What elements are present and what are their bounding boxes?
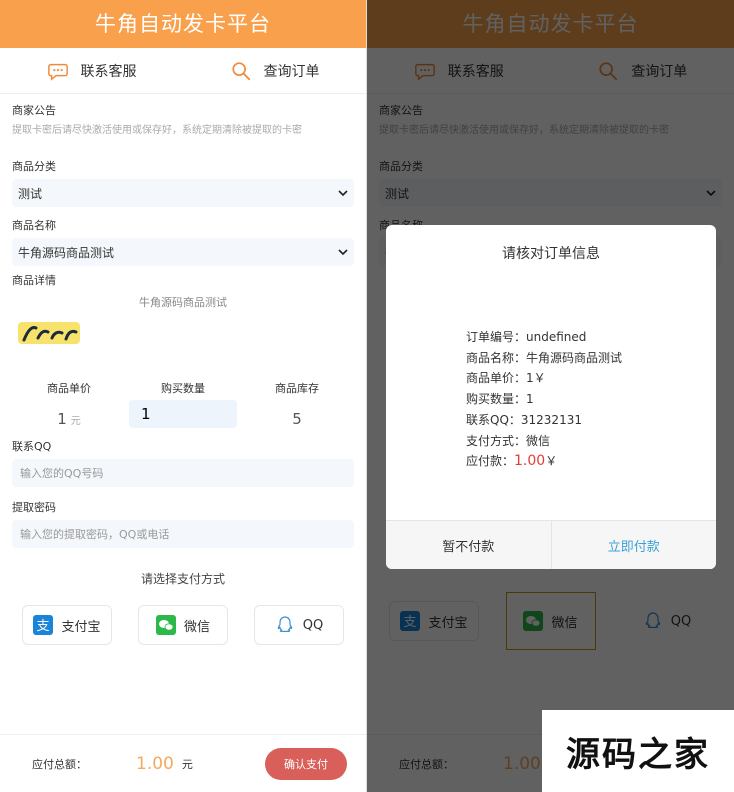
total-label: 应付总额： [32, 757, 87, 771]
price-stat: 商品单价 1元 [12, 380, 126, 428]
wechat-icon [155, 615, 176, 635]
stock-stat: 商品库存 5 [240, 380, 354, 428]
stock-value: 5 [292, 410, 302, 428]
alipay-icon: 支 [33, 615, 54, 635]
dialog-title: 请核对订单信息 [502, 246, 600, 262]
chat-icon [47, 63, 68, 81]
product-label: 商品名称 [12, 219, 56, 232]
order-page-left: 牛角自动发卡平台 联系客服 查询订单 商家公告 提取卡密后请尽快激活使用或保存好… [0, 0, 367, 792]
alipay-button[interactable]: 支 支付宝 [22, 605, 112, 645]
order-info: 订单编号：undefined 商品名称：牛角源码商品测试 商品单价：1￥ 购买数… [466, 327, 622, 472]
payment-method-line: 支付方式：微信 [466, 433, 551, 448]
watermark-logo: 源码之家 [542, 710, 734, 792]
qq-icon [277, 616, 292, 633]
stats-row: 商品单价 1元 购买数量 1 商品库存 5 [12, 380, 354, 428]
qq-label: 联系QQ [12, 440, 52, 453]
query-order-button[interactable]: 查询订单 [183, 48, 366, 93]
price-value: 1 [57, 410, 67, 428]
total-line-unit: ￥ [545, 454, 558, 469]
category-label: 商品分类 [12, 160, 56, 173]
dialog-actions: 暂不付款 立即付款 [386, 520, 716, 569]
footer-bar: 应付总额： 1.00 元 确认支付 [0, 734, 366, 792]
quantity-line: 购买数量：1 [466, 392, 534, 407]
pwd-label: 提取密码 [12, 501, 56, 514]
notice-label: 商家公告 [12, 104, 56, 117]
page-title: 牛角自动发卡平台 [0, 0, 366, 48]
product-value: 牛角源码商品测试 [18, 245, 115, 260]
category-value: 测试 [18, 186, 43, 201]
contact-qq-line: 联系QQ：31232131 [466, 412, 582, 427]
pay-now-button[interactable]: 立即付款 [551, 521, 716, 569]
search-icon [231, 61, 250, 80]
product-name-line: 商品名称：牛角源码商品测试 [466, 350, 623, 365]
product-select[interactable]: 牛角源码商品测试 [12, 238, 354, 266]
payment-methods: 支 支付宝 微信 QQ [12, 605, 354, 645]
stock-label: 商品库存 [275, 382, 319, 395]
confirm-pay-button[interactable]: 确认支付 [265, 747, 347, 780]
price-unit: 元 [70, 416, 81, 427]
pwd-input[interactable]: 输入您的提取密码，QQ或电话 [12, 520, 354, 548]
total-line: 应付款：1.00￥ [466, 451, 622, 472]
qty-label: 购买数量 [161, 382, 205, 395]
qq-pay-button[interactable]: QQ [254, 605, 344, 645]
category-select[interactable]: 测试 [12, 179, 354, 207]
watermark-text: 源码之家 [566, 734, 710, 775]
detail-title: 牛角源码商品测试 [139, 296, 227, 309]
total-unit: 元 [181, 757, 193, 771]
detail-label: 商品详情 [12, 274, 56, 287]
total-amount: 1.00 [136, 753, 174, 774]
unit-price-line: 商品单价：1￥ [466, 371, 546, 386]
contact-service-button[interactable]: 联系客服 [0, 48, 183, 93]
total-line-label: 应付款： [466, 454, 515, 469]
payment-title: 请选择支付方式 [140, 572, 225, 586]
price-label: 商品单价 [47, 382, 91, 395]
order-page-right: 牛角自动发卡平台 联系客服 查询订单 商家公告 提取卡密后请尽快激活使用或保存好… [367, 0, 734, 792]
order-number-line: 订单编号：undefined [466, 330, 587, 344]
chevron-down-icon [338, 190, 348, 197]
chevron-down-icon [338, 249, 348, 256]
alipay-label: 支付宝 [61, 619, 101, 635]
notice-text: 提取卡密后请尽快激活使用或保存好，系统定期清除被提取的卡密 [12, 125, 302, 136]
qq-input[interactable]: 输入您的QQ号码 [12, 459, 354, 487]
product-logo-image [18, 318, 82, 348]
qty-stat: 购买数量 1 [126, 380, 240, 428]
svg-text:支: 支 [37, 619, 50, 634]
top-nav: 联系客服 查询订单 [0, 48, 366, 94]
order-confirm-dialog: 请核对订单信息 订单编号：undefined 商品名称：牛角源码商品测试 商品单… [386, 225, 716, 569]
total-line-amount: 1.00 [514, 453, 546, 470]
contact-service-label: 联系客服 [80, 63, 137, 80]
qq-pay-label: QQ [302, 617, 324, 633]
query-order-label: 查询订单 [263, 63, 320, 80]
quantity-input[interactable]: 1 [129, 400, 237, 428]
cancel-pay-button[interactable]: 暂不付款 [386, 521, 552, 569]
wechat-button[interactable]: 微信 [138, 605, 228, 645]
wechat-label: 微信 [183, 619, 210, 635]
